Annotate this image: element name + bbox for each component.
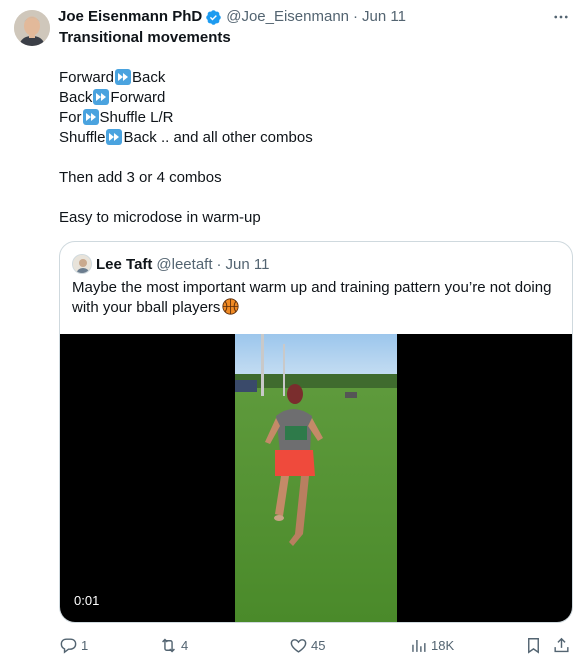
separator-dot: · <box>353 8 359 25</box>
share-icon <box>554 637 569 652</box>
action-bar: 1 4 45 18K <box>59 633 573 657</box>
basketball-icon <box>222 298 239 315</box>
verified-badge-icon <box>206 9 221 25</box>
video-timestamp: 0:01 <box>68 591 106 611</box>
tweet-body: Transitional movements Forward Back Back F… <box>59 28 571 228</box>
share-button[interactable] <box>552 633 571 657</box>
separator-dot: · <box>216 255 222 273</box>
views-button[interactable]: 18K <box>409 633 454 657</box>
quoted-tweet[interactable]: Lee Taft @leetaft · Jun 11 Maybe the mos… <box>59 241 573 623</box>
repost-count: 4 <box>181 637 189 653</box>
quoted-text: Maybe the most important warm up and tra… <box>72 278 560 318</box>
line-text: Forward <box>110 89 166 106</box>
tweet-header: Joe Eisenmann PhD @Joe_Eisenmann · Jun 1… <box>58 7 573 27</box>
views-count: 18K <box>431 637 455 653</box>
tweet-line: Forward Back <box>59 68 571 88</box>
fast-forward-icon <box>106 129 123 145</box>
more-icon[interactable] <box>549 5 573 29</box>
line-text: Back <box>132 69 166 86</box>
tweet-line: Shuffle Back .. and all other combos <box>59 128 571 148</box>
author-handle[interactable]: @Joe_Eisenmann <box>226 7 349 27</box>
video-player[interactable]: 0:01 <box>60 334 572 622</box>
line-text: Shuffle L/R <box>99 109 174 126</box>
line-text: Shuffle <box>59 129 106 146</box>
repost-icon <box>162 638 175 652</box>
like-count: 45 <box>311 637 326 653</box>
views-icon <box>412 639 426 652</box>
fast-forward-icon <box>115 69 132 85</box>
reply-count: 1 <box>81 637 89 653</box>
line-text: Forward <box>59 69 115 86</box>
tweet-line: Easy to microdose in warm-up <box>59 209 261 226</box>
quoted-date[interactable]: Jun 11 <box>226 256 270 273</box>
quoted-text-content: Maybe the most important warm up and tra… <box>72 279 552 316</box>
like-button[interactable]: 45 <box>289 633 325 657</box>
quoted-header: Lee Taft @leetaft · Jun 11 <box>72 254 269 274</box>
tweet-title: Transitional movements <box>59 29 231 46</box>
fast-forward-icon <box>93 89 110 105</box>
quoted-avatar[interactable] <box>72 254 92 274</box>
tweet-line: For Shuffle L/R <box>59 108 571 128</box>
fast-forward-icon <box>82 109 99 125</box>
line-text: Back <box>59 89 93 106</box>
reply-button[interactable]: 1 <box>59 633 88 657</box>
quoted-author-name[interactable]: Lee Taft <box>96 256 152 273</box>
author-name[interactable]: Joe Eisenmann PhD <box>58 7 202 27</box>
quoted-author-handle[interactable]: @leetaft <box>156 256 212 273</box>
bookmark-icon <box>528 637 539 654</box>
tweet-line: Then add 3 or 4 combos <box>59 169 222 186</box>
like-icon <box>290 638 307 653</box>
line-text: Back .. and all other combos <box>123 129 313 146</box>
bookmark-button[interactable] <box>524 633 543 657</box>
video-frame <box>235 334 397 622</box>
repost-button[interactable]: 4 <box>159 633 188 657</box>
reply-icon <box>60 637 77 654</box>
line-text: For <box>59 109 82 126</box>
tweet-line: Back Forward <box>59 88 571 108</box>
tweet-date[interactable]: Jun 11 <box>362 7 406 27</box>
author-avatar[interactable] <box>14 10 50 46</box>
